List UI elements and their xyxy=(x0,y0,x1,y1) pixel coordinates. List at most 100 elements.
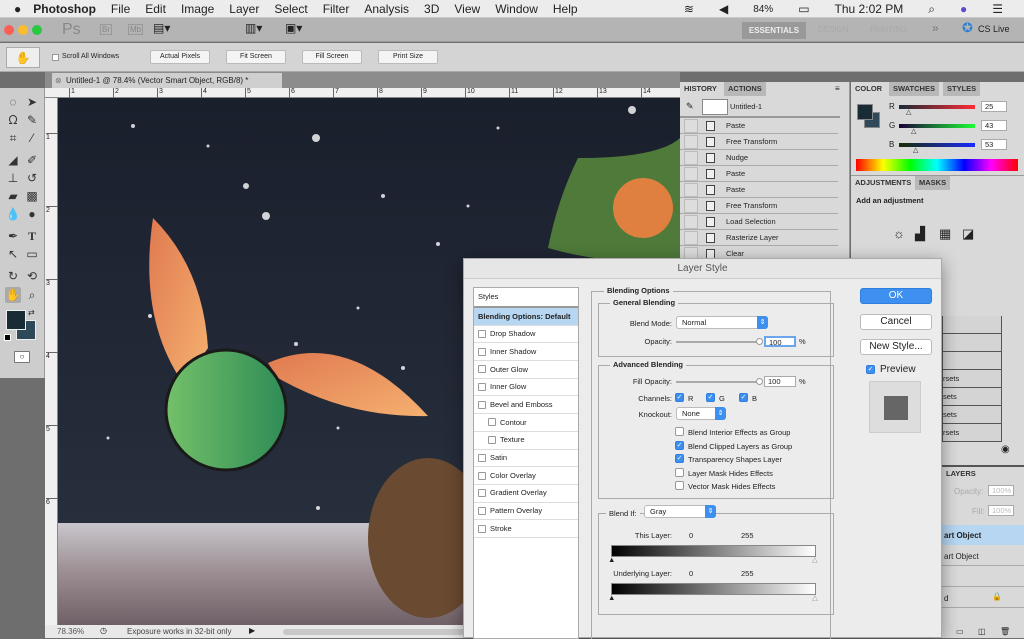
brightness-contrast-icon[interactable]: ☼ xyxy=(893,226,905,241)
cs-live-button[interactable]: CS Live xyxy=(978,24,1010,34)
adjustment-preset-item[interactable]: sets xyxy=(942,406,1002,424)
history-item[interactable]: Nudge xyxy=(680,150,838,166)
3d-orbit-tool-icon[interactable]: ⟲ xyxy=(24,268,40,284)
zoom-window-button[interactable] xyxy=(32,25,42,35)
3d-rotate-tool-icon[interactable]: ↻ xyxy=(5,268,21,284)
fit-screen-button[interactable]: Fit Screen xyxy=(226,50,286,64)
minimize-window-button[interactable] xyxy=(18,25,28,35)
apple-icon[interactable]: ● xyxy=(14,2,21,16)
delete-layer-icon[interactable]: 🗑 xyxy=(1000,627,1010,636)
history-item[interactable]: Paste xyxy=(680,166,838,182)
new-group-icon[interactable]: ▭ xyxy=(956,627,964,636)
menu-view[interactable]: View xyxy=(454,2,480,16)
style-checkbox[interactable] xyxy=(488,436,496,445)
adjustment-preset-item[interactable]: rsets xyxy=(942,424,1002,442)
style-item-pattern-overlay[interactable]: Pattern Overlay xyxy=(474,503,578,521)
volume-icon[interactable]: ◀ xyxy=(719,2,728,16)
style-item-color-overlay[interactable]: Color Overlay xyxy=(474,467,578,485)
color-foreground-swatch[interactable] xyxy=(857,104,873,120)
advanced-option-checkbox[interactable]: ✓ xyxy=(675,454,684,463)
style-item-inner-glow[interactable]: Inner Glow xyxy=(474,379,578,397)
foreground-color-swatch[interactable] xyxy=(6,310,26,330)
wifi-icon[interactable]: ≋ xyxy=(684,2,694,16)
style-item-contour[interactable]: Contour xyxy=(474,414,578,432)
search-icon[interactable]: ⌕ xyxy=(928,2,935,17)
history-item[interactable]: Free Transform xyxy=(680,198,838,214)
layer-row[interactable] xyxy=(942,567,1024,587)
history-brush-tool-icon[interactable]: ↺ xyxy=(24,170,40,186)
shape-tool-icon[interactable]: ▭ xyxy=(24,246,40,262)
menu-analysis[interactable]: Analysis xyxy=(364,2,409,16)
fill-opacity-slider-handle[interactable] xyxy=(756,378,763,385)
tab-history[interactable]: HISTORY xyxy=(680,82,721,96)
battery-icon[interactable]: ▭ xyxy=(798,2,809,16)
lasso-tool-icon[interactable]: ᘯ xyxy=(5,112,21,128)
layer-row[interactable]: art Object xyxy=(942,546,1024,566)
gradient-tool-icon[interactable]: ▩ xyxy=(24,188,40,204)
style-checkbox[interactable] xyxy=(478,400,486,409)
view-extras-icon[interactable]: ▤▾ xyxy=(153,21,170,35)
styles-header[interactable]: Styles xyxy=(474,288,578,308)
menu-image[interactable]: Image xyxy=(181,2,214,16)
style-item-gradient-overlay[interactable]: Gradient Overlay xyxy=(474,485,578,503)
style-checkbox[interactable] xyxy=(478,524,486,533)
cs-live-icon[interactable]: ✪ xyxy=(962,20,973,36)
hand-tool-icon[interactable]: ✋ xyxy=(5,287,21,303)
blend-mode-select[interactable]: Normal ⇕ xyxy=(676,316,768,329)
underlying-white-handle[interactable]: △ xyxy=(812,593,818,602)
path-selection-tool-icon[interactable]: ↖ xyxy=(5,246,21,262)
history-snapshot-checkbox[interactable] xyxy=(684,151,698,165)
screen-mode-icon[interactable]: ▣▾ xyxy=(285,21,302,35)
layer-row-background[interactable]: d xyxy=(942,588,1024,608)
history-snapshot-checkbox[interactable] xyxy=(684,119,698,133)
blur-tool-icon[interactable]: 💧 xyxy=(5,206,21,222)
channel-g-checkbox[interactable]: ✓ xyxy=(706,393,715,402)
green-value[interactable]: 43 xyxy=(981,120,1007,131)
status-info-icon[interactable]: ◷ xyxy=(100,626,107,635)
adjustment-layer-icon[interactable]: ◉ xyxy=(1001,444,1010,455)
ok-button[interactable]: OK xyxy=(860,288,932,304)
clone-stamp-tool-icon[interactable]: ⊥ xyxy=(5,170,21,186)
snapshot-label[interactable]: Untitled-1 xyxy=(730,102,762,111)
document-tab[interactable]: ⊗ Untitled-1 @ 78.4% (Vector Smart Objec… xyxy=(52,73,282,88)
blend-if-select[interactable]: Gray ⇕ xyxy=(644,505,716,518)
history-snapshot-checkbox[interactable] xyxy=(684,199,698,213)
style-item-bevel-and-emboss[interactable]: Bevel and Emboss xyxy=(474,396,578,415)
adjustment-preset-item[interactable] xyxy=(942,352,1002,370)
marquee-tool-icon[interactable]: ◌ xyxy=(5,94,21,110)
menu-app[interactable]: Photoshop xyxy=(33,2,96,16)
snapshot-thumbnail[interactable] xyxy=(702,99,728,115)
move-tool-icon[interactable]: ➤ xyxy=(24,94,40,110)
workspace-painting[interactable]: PAINTING xyxy=(870,25,907,34)
notification-center-icon[interactable]: ☰ xyxy=(992,2,1003,16)
adjustment-preset-item[interactable]: sets xyxy=(942,388,1002,406)
print-size-button[interactable]: Print Size xyxy=(378,50,438,64)
style-item-blending-options-default[interactable]: Blending Options: Default xyxy=(474,308,578,326)
style-item-texture[interactable]: Texture xyxy=(474,432,578,450)
opacity-slider[interactable] xyxy=(676,341,760,343)
healing-brush-tool-icon[interactable]: ◢ xyxy=(5,152,21,168)
close-window-button[interactable] xyxy=(4,25,14,35)
style-checkbox[interactable] xyxy=(478,489,486,498)
eraser-tool-icon[interactable]: ▰ xyxy=(5,188,21,204)
knockout-select[interactable]: None ⇕ xyxy=(676,407,726,420)
blue-slider[interactable] xyxy=(899,143,975,147)
opacity-slider-handle[interactable] xyxy=(756,338,763,345)
style-item-inner-shadow[interactable]: Inner Shadow xyxy=(474,343,578,362)
style-checkbox[interactable] xyxy=(478,347,486,356)
menu-filter[interactable]: Filter xyxy=(323,2,350,16)
fill-screen-button[interactable]: Fill Screen xyxy=(302,50,362,64)
dodge-tool-icon[interactable]: ● xyxy=(24,206,40,222)
history-item[interactable]: Load Selection xyxy=(680,214,838,230)
workspace-design[interactable]: DESIGN xyxy=(818,25,849,34)
default-colors-icon[interactable] xyxy=(4,334,11,341)
color-spectrum-bar[interactable] xyxy=(856,159,1018,171)
tab-masks[interactable]: MASKS xyxy=(915,176,951,190)
battery-percent[interactable]: 84% xyxy=(753,4,773,15)
style-item-outer-glow[interactable]: Outer Glow xyxy=(474,361,578,379)
workspace-essentials[interactable]: ESSENTIALS xyxy=(742,22,806,39)
red-value[interactable]: 25 xyxy=(981,101,1007,112)
channel-b-checkbox[interactable]: ✓ xyxy=(739,393,748,402)
style-item-drop-shadow[interactable]: Drop Shadow xyxy=(474,326,578,344)
menu-window[interactable]: Window xyxy=(495,2,538,16)
